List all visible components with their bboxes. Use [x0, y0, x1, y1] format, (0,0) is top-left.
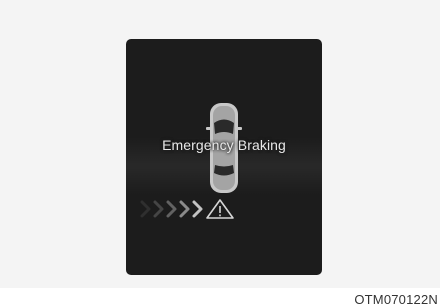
- chevron-right-icon: [140, 200, 203, 218]
- illustration-frame: Emergency Braking: [0, 0, 440, 288]
- emergency-braking-message: Emergency Braking: [162, 137, 286, 153]
- warning-triangle-icon: [206, 199, 234, 219]
- figure-code: OTM070122N: [354, 292, 438, 307]
- cluster-display: Emergency Braking: [126, 39, 322, 275]
- approach-indicator: [140, 199, 234, 219]
